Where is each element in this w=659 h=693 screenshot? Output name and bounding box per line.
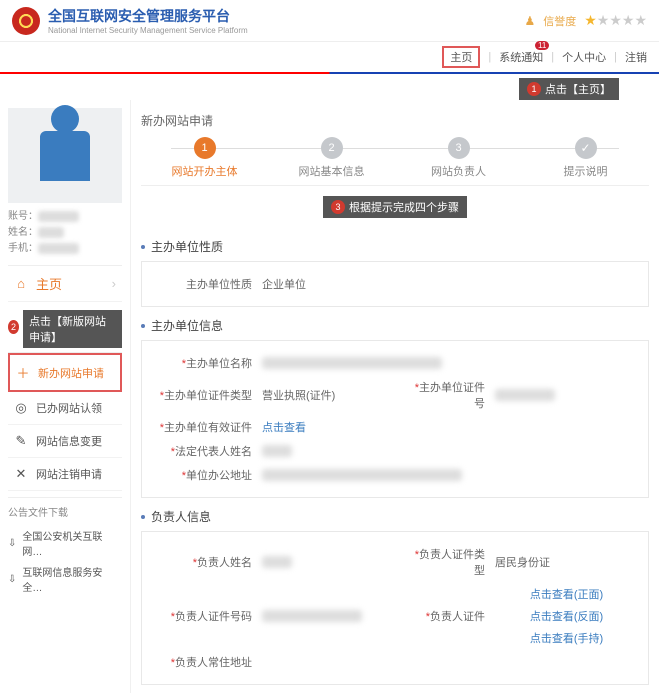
section3-title: 负责人信息 bbox=[141, 498, 649, 531]
sidebar-item[interactable]: ◎已办网站认领 bbox=[8, 392, 122, 425]
sidebar-home[interactable]: ⌂ 主页 › bbox=[8, 266, 122, 302]
user-info: 账号：xxxxx 姓名：xx 手机：xxxxx bbox=[8, 209, 122, 257]
download-icon: ⇩ bbox=[8, 538, 16, 549]
person-icon: ♟ bbox=[524, 14, 535, 28]
section2-title: 主办单位信息 bbox=[141, 307, 649, 340]
avatar-box bbox=[8, 108, 122, 203]
step-indicator: 1网站开办主体2网站基本信息3网站负责人✓提示说明 bbox=[141, 137, 649, 186]
menu-icon: ◎ bbox=[14, 400, 28, 416]
chevron-right-icon: › bbox=[112, 276, 116, 291]
credit-label: 信誉度 bbox=[543, 13, 576, 29]
view-link[interactable]: 点击查看(正面) bbox=[530, 586, 603, 602]
view-link[interactable]: 点击查看(手持) bbox=[530, 630, 603, 646]
downloads-title: 公告文件下载 bbox=[8, 497, 122, 525]
field-label: 主办单位性质 bbox=[152, 276, 262, 292]
step: 2网站基本信息 bbox=[268, 137, 395, 179]
site-subtitle: National Internet Security Management Se… bbox=[48, 26, 248, 35]
step: 3网站负责人 bbox=[395, 137, 522, 179]
page-title: 新办网站申请 bbox=[141, 108, 649, 137]
step: 1网站开办主体 bbox=[141, 137, 268, 179]
logo-badge bbox=[12, 7, 40, 35]
sidebar-item[interactable]: ✎网站信息变更 bbox=[8, 425, 122, 458]
nav-home[interactable]: 主页 bbox=[442, 46, 480, 68]
view-link[interactable]: 点击查看(反面) bbox=[530, 608, 603, 624]
section1-title: 主办单位性质 bbox=[141, 228, 649, 261]
download-item[interactable]: ⇩互联网信息服务安全… bbox=[8, 561, 122, 597]
sidebar-item[interactable]: ✕网站注销申请 bbox=[8, 458, 122, 491]
avatar-icon bbox=[40, 131, 90, 181]
callout-2-num: 2 bbox=[8, 320, 19, 334]
step: ✓提示说明 bbox=[522, 137, 649, 179]
menu-icon: ✕ bbox=[14, 466, 28, 482]
sidebar-item[interactable]: ＋新办网站申请 bbox=[8, 353, 122, 392]
home-icon: ⌂ bbox=[14, 276, 28, 291]
view-link[interactable]: 点击查看 bbox=[262, 419, 306, 435]
nav-notice[interactable]: 系统通知11 bbox=[499, 49, 543, 65]
menu-icon: ＋ bbox=[16, 363, 30, 382]
top-nav: 主页 | 系统通知11 | 个人中心 | 注销 bbox=[0, 42, 659, 74]
nav-logout[interactable]: 注销 bbox=[625, 49, 647, 65]
notice-badge: 11 bbox=[535, 41, 549, 50]
site-title: 全国互联网安全管理服务平台 bbox=[48, 6, 248, 26]
rating-stars: ★★★★★ bbox=[584, 12, 647, 29]
callout-1: 1点击【主页】 bbox=[519, 78, 619, 100]
menu-icon: ✎ bbox=[14, 433, 28, 449]
callout-2: 点击【新版网站申请】 bbox=[23, 310, 122, 348]
field-value: 企业单位 bbox=[262, 276, 638, 292]
download-item[interactable]: ⇩全国公安机关互联网… bbox=[8, 525, 122, 561]
nav-center[interactable]: 个人中心 bbox=[562, 49, 606, 65]
download-icon: ⇩ bbox=[8, 574, 16, 585]
callout-3: 3根据提示完成四个步骤 bbox=[323, 196, 467, 218]
